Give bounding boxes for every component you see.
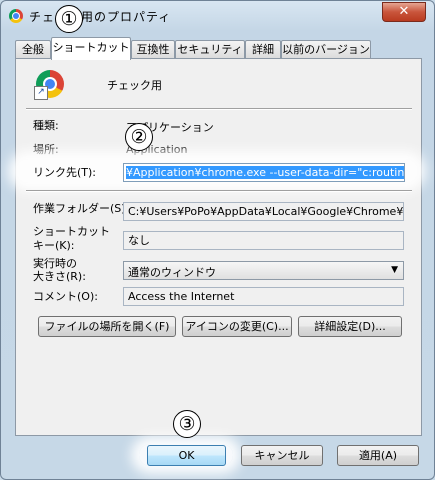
workdir-label: 作業フォルダー(S):	[33, 202, 130, 215]
chevron-down-icon: ▼	[391, 265, 398, 275]
separator	[26, 190, 412, 192]
tab-security[interactable]: セキュリティ	[175, 40, 245, 58]
ok-button[interactable]: OK	[147, 445, 226, 466]
run-size-value: 通常のウィンドウ	[128, 266, 216, 279]
annotation-step2: ②	[125, 123, 153, 151]
change-icon-button[interactable]: アイコンの変更(C)...	[182, 316, 292, 337]
hotkey-label-line1: ショートカット	[33, 225, 110, 238]
location-label: 場所:	[33, 143, 59, 156]
separator	[26, 108, 412, 110]
type-label: 種類:	[33, 119, 59, 132]
hotkey-label-line2: キー(K):	[33, 239, 75, 252]
cancel-button[interactable]: キャンセル	[241, 445, 323, 466]
annotation-step3: ③	[173, 410, 201, 438]
properties-window: チェック用のプロパティ ✕ 全般 ショートカット 互換性 セキュリティ 詳細 以…	[0, 0, 435, 480]
close-button[interactable]: ✕	[382, 2, 426, 22]
workdir-input[interactable]: C:¥Users¥PoPo¥AppData¥Local¥Google¥Chrom…	[123, 202, 404, 221]
chrome-icon	[9, 9, 23, 23]
shortcut-name: チェック用	[107, 79, 162, 92]
comment-label: コメント(O):	[33, 290, 98, 303]
advanced-button[interactable]: 詳細設定(D)...	[298, 316, 402, 337]
shortcut-panel: ↗ チェック用 種類: アプリケーション 場所: Application リンク…	[15, 58, 422, 436]
annotation-step1: ①	[55, 5, 83, 33]
window-title: チェック用のプロパティ	[29, 10, 172, 24]
tab-compatibility[interactable]: 互換性	[131, 40, 175, 58]
tab-details[interactable]: 詳細	[245, 40, 281, 58]
run-size-select[interactable]: 通常のウィンドウ ▼	[123, 261, 404, 280]
target-selected-text: ¥Application¥chrome.exe --user-data-dir=…	[126, 166, 404, 179]
shortcut-arrow-icon: ↗	[34, 86, 48, 100]
run-size-label-line1: 実行時の	[33, 257, 77, 270]
run-size-label-line2: 大きさ(R):	[33, 270, 86, 283]
tab-shortcut[interactable]: ショートカット	[51, 37, 131, 60]
apply-button[interactable]: 適用(A)	[337, 445, 419, 466]
target-label: リンク先(T):	[33, 166, 97, 179]
target-input[interactable]: ¥Application¥chrome.exe --user-data-dir=…	[123, 163, 405, 182]
comment-input[interactable]: Access the Internet	[123, 287, 404, 306]
tab-previous-versions[interactable]: 以前のバージョン	[281, 40, 371, 58]
open-file-location-button[interactable]: ファイルの場所を開く(F)	[38, 316, 176, 337]
tab-general[interactable]: 全般	[15, 40, 51, 58]
hotkey-input[interactable]: なし	[123, 231, 404, 250]
